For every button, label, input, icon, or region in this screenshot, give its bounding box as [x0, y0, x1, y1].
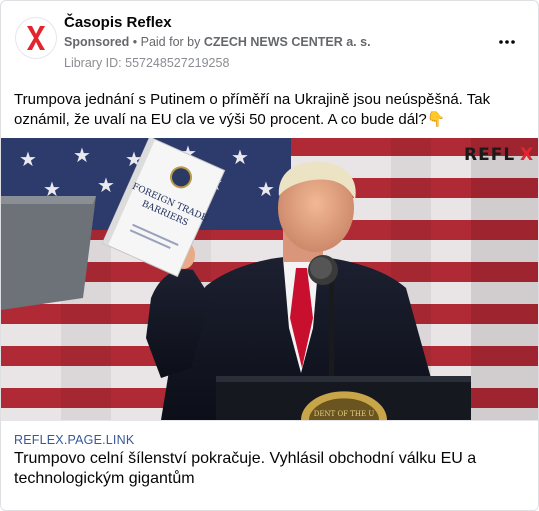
link-domain: REFLEX.PAGE.LINK — [14, 433, 135, 447]
ad-post-card: Časopis Reflex Sponsored • Paid for by C… — [0, 0, 539, 511]
three-dots-icon — [499, 40, 515, 44]
sponsored-line: Sponsored • Paid for by CZECH NEWS CENTE… — [64, 35, 371, 49]
trump-photo: ★★★★★ ★★★★★ ★★ F — [1, 138, 538, 420]
library-id: Library ID: 557248527219258 — [64, 56, 230, 70]
post-header: Časopis Reflex Sponsored • Paid for by C… — [1, 1, 538, 81]
page-name[interactable]: Časopis Reflex — [64, 14, 172, 31]
more-options-button[interactable] — [491, 29, 523, 55]
page-avatar[interactable] — [15, 17, 57, 59]
link-title[interactable]: Trumpovo celní šílenství pokračuje. Vyhl… — [14, 449, 519, 489]
svg-text:★: ★ — [97, 173, 115, 197]
reflex-logo-icon — [27, 26, 45, 50]
svg-text:★: ★ — [231, 145, 249, 169]
paid-for-prefix: • Paid for by — [129, 35, 204, 49]
svg-text:★: ★ — [73, 143, 91, 167]
post-text: Trumpova jednání s Putinem o příměří na … — [14, 91, 491, 128]
sponsored-label[interactable]: Sponsored — [64, 35, 129, 49]
seal-text: DENT OF THE U — [314, 410, 375, 418]
reflex-watermark-x: X — [520, 145, 533, 165]
svg-text:★: ★ — [257, 177, 275, 201]
payer-name[interactable]: CZECH NEWS CENTER a. s. — [204, 35, 371, 49]
reflex-watermark: REFL — [464, 145, 515, 165]
link-preview[interactable]: REFLEX.PAGE.LINK Trumpovo celní šílenstv… — [1, 420, 538, 510]
svg-text:★: ★ — [19, 147, 37, 171]
post-image[interactable]: ★★★★★ ★★★★★ ★★ F — [1, 138, 538, 420]
